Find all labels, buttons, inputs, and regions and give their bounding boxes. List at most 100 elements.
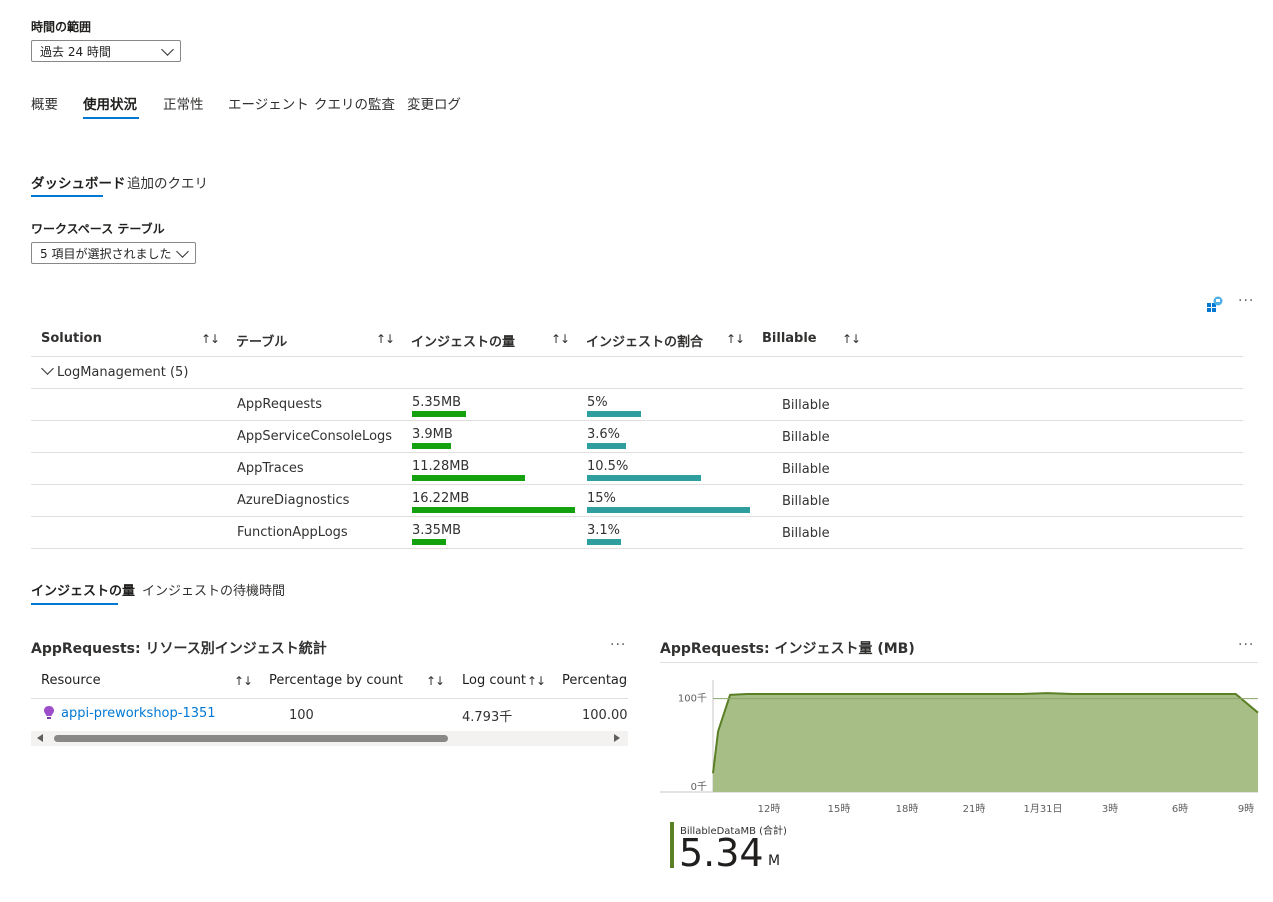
x-tick-label: 3時 <box>1102 803 1118 815</box>
sort-icon[interactable]: ↑↓ <box>426 674 445 688</box>
col-billable: Billable <box>762 331 817 346</box>
col-percentage-by-count: Percentage by count <box>269 673 404 688</box>
row-table-name: AppTraces <box>237 461 304 476</box>
percent-bar <box>587 443 627 449</box>
time-range-dropdown[interactable]: 過去 24 時間 <box>31 40 181 62</box>
col-table: テーブル <box>236 335 288 350</box>
volume-bar <box>412 539 446 545</box>
divider <box>31 548 1243 549</box>
x-tick-label: 21時 <box>963 803 986 815</box>
tab-additional-queries[interactable]: 追加のクエリ <box>127 172 208 192</box>
time-range-value: 過去 24 時間 <box>40 44 111 59</box>
app-insights-icon <box>43 705 55 721</box>
x-tick-label: 12時 <box>758 803 781 815</box>
row-percent: 3.1% <box>587 523 621 538</box>
workspace-tables-value: 5 項目が選択されました <box>40 246 172 261</box>
row-table-name: FunctionAppLogs <box>237 525 348 540</box>
row-percent: 15% <box>587 491 616 506</box>
row-table-name: AppRequests <box>237 397 322 412</box>
sort-icon[interactable]: ↑↓ <box>376 332 395 346</box>
more-options-icon[interactable]: ··· <box>1238 293 1254 309</box>
percent-bar <box>587 539 621 545</box>
percent-bar <box>587 475 702 481</box>
tab-query-audit[interactable]: クエリの監査 <box>314 93 395 113</box>
row-volume: 5.35MB <box>412 395 462 410</box>
tab-agents[interactable]: エージェント <box>228 93 309 113</box>
ingest-area-chart: 100千 0千 12時 15時 18時 21時 1月31日 3時 6時 9時 <box>660 680 1259 815</box>
percent-bar <box>587 411 642 417</box>
chevron-down-icon <box>161 42 174 56</box>
row-billable: Billable <box>782 430 830 445</box>
tab-health[interactable]: 正常性 <box>163 93 204 113</box>
chart-title: AppRequests: インジェスト量 (MB) <box>660 641 915 657</box>
sort-icon[interactable]: ↑↓ <box>527 674 546 688</box>
x-tick-label: 6時 <box>1172 803 1188 815</box>
col-ingest-percent: インジェストの割合 <box>586 335 704 350</box>
sort-icon[interactable]: ↑↓ <box>551 332 570 346</box>
row-billable: Billable <box>782 494 830 509</box>
time-range-label: 時間の範囲 <box>31 20 92 34</box>
x-tick-label: 1月31日 <box>1023 803 1062 815</box>
divider <box>660 662 1258 663</box>
pct-count-value: 100 <box>289 708 314 723</box>
workspace-tables-label: ワークスペース テーブル <box>31 222 165 236</box>
row-billable: Billable <box>782 398 830 413</box>
row-billable: Billable <box>782 526 830 541</box>
x-tick-label: 18時 <box>896 803 919 815</box>
col-percentage: Percentage <box>562 673 628 688</box>
more-options-icon[interactable]: ··· <box>610 637 626 653</box>
tab-usage[interactable]: 使用状況 <box>83 93 137 113</box>
chevron-down-icon[interactable] <box>41 362 54 375</box>
scrollbar-thumb[interactable] <box>54 735 448 742</box>
col-log-count: Log count <box>462 673 527 688</box>
workbook-icon[interactable] <box>1205 295 1223 313</box>
metric-unit: M <box>768 853 781 869</box>
tab-ingest-latency[interactable]: インジェストの待機時間 <box>142 580 285 599</box>
volume-bar <box>412 443 452 449</box>
tab-dashboard[interactable]: ダッシュボード <box>31 172 126 192</box>
tab-overview[interactable]: 概要 <box>31 93 58 113</box>
more-options-icon[interactable]: ··· <box>1238 637 1254 653</box>
row-table-name: AppServiceConsoleLogs <box>237 429 393 444</box>
scroll-left-icon[interactable] <box>37 734 43 742</box>
row-volume: 11.28MB <box>412 459 470 474</box>
row-billable: Billable <box>782 462 830 477</box>
tab-ingest-volume[interactable]: インジェストの量 <box>31 580 135 599</box>
row-percent: 10.5% <box>587 459 629 474</box>
sort-icon[interactable]: ↑↓ <box>726 332 745 346</box>
stats-title: AppRequests: リソース別インジェスト統計 <box>31 641 327 657</box>
table-row[interactable] <box>31 517 1243 548</box>
table-row[interactable] <box>31 421 1243 452</box>
row-volume: 16.22MB <box>412 491 470 506</box>
chevron-down-icon <box>176 244 189 258</box>
tab-ingest-volume-underline <box>31 603 118 605</box>
sort-icon[interactable]: ↑↓ <box>842 332 861 346</box>
area-fill <box>713 693 1258 792</box>
workspace-tables-dropdown[interactable]: 5 項目が選択されました <box>31 242 196 264</box>
volume-bar <box>412 475 526 481</box>
tab-change-log[interactable]: 変更ログ <box>407 93 461 113</box>
y-tick-label: 0千 <box>691 781 707 793</box>
horizontal-scrollbar[interactable] <box>31 731 628 746</box>
sort-icon[interactable]: ↑↓ <box>201 332 220 346</box>
row-percent: 5% <box>587 395 608 410</box>
row-volume: 3.9MB <box>412 427 453 442</box>
col-solution: Solution <box>41 331 102 346</box>
log-count-value: 4.793千 <box>462 710 513 725</box>
sort-icon[interactable]: ↑↓ <box>234 674 253 688</box>
pct-value: 100.00 <box>582 708 628 723</box>
group-row-label[interactable]: LogManagement (5) <box>57 365 188 380</box>
y-tick-label: 100千 <box>678 693 707 705</box>
row-table-name: AzureDiagnostics <box>237 493 350 508</box>
divider <box>31 356 1243 357</box>
x-tick-label: 15時 <box>828 803 851 815</box>
scroll-right-icon[interactable] <box>614 734 620 742</box>
volume-bar <box>412 411 466 417</box>
percent-bar <box>587 507 750 513</box>
resource-link[interactable]: appi-preworkshop-1351 <box>61 706 216 721</box>
col-ingest-volume: インジェストの量 <box>411 335 516 350</box>
tab-dashboard-underline <box>31 195 103 197</box>
metric-value: 5.34 <box>679 831 764 875</box>
legend-color-bar <box>670 822 674 868</box>
x-tick-label: 9時 <box>1238 803 1254 815</box>
